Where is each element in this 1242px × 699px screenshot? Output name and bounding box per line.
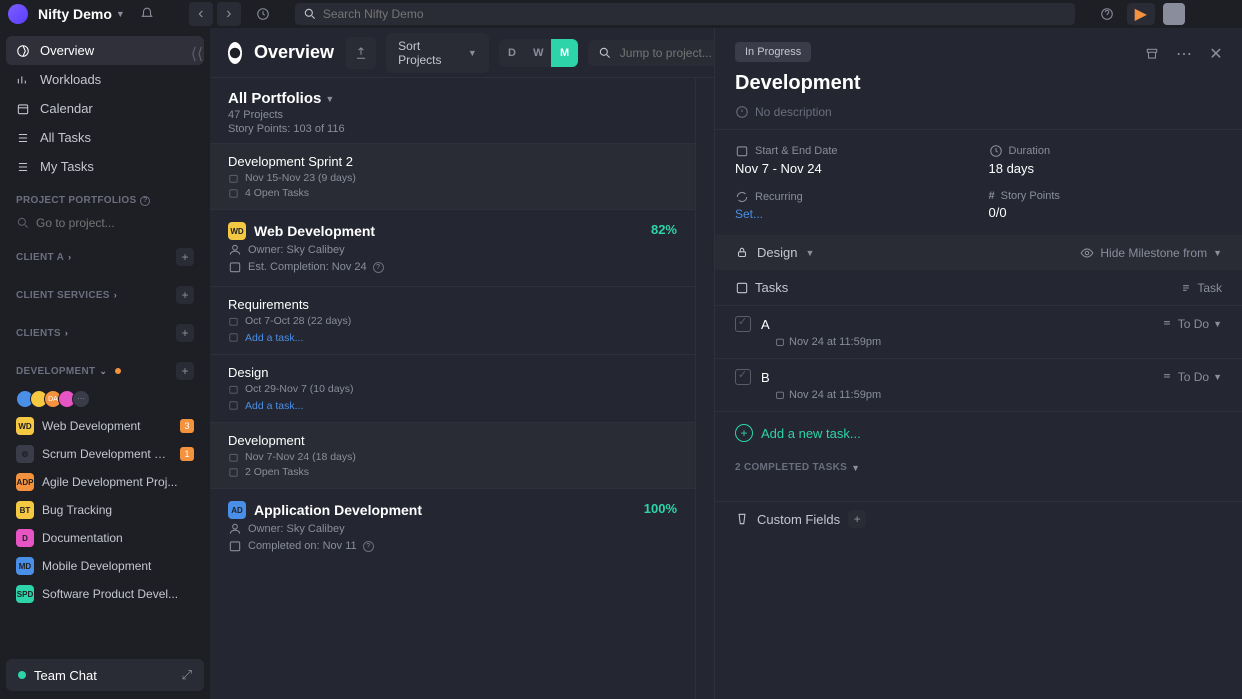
portfolio-selector[interactable]: All Portfolios▼ bbox=[228, 90, 677, 107]
global-search[interactable] bbox=[295, 3, 1075, 25]
milestone-title[interactable]: Development bbox=[735, 72, 1222, 95]
nav-forward-button[interactable]: › bbox=[217, 2, 241, 26]
share-button[interactable] bbox=[346, 37, 376, 69]
nav-my-tasks[interactable]: My Tasks bbox=[6, 152, 204, 181]
close-icon[interactable]: ✕ bbox=[1204, 42, 1228, 66]
project-header[interactable]: ADApplication Development100%Owner: Sky … bbox=[210, 488, 695, 565]
dependency-selector[interactable]: Design▼ bbox=[735, 245, 814, 260]
folder-development[interactable]: DEVELOPMENT ⌄ bbox=[16, 366, 121, 377]
folder-members[interactable]: DA⋯ bbox=[6, 386, 204, 412]
page-title: Overview bbox=[254, 42, 334, 63]
portfolios-label: PROJECT PORTFOLIOS ? bbox=[16, 195, 150, 206]
date-value[interactable]: Nov 7 - Nov 24 bbox=[735, 161, 969, 176]
story-points: Story Points: 103 of 116 bbox=[228, 123, 677, 135]
folder-client-services[interactable]: CLIENT SERVICES › bbox=[16, 290, 117, 301]
task-status-button[interactable]: To Do ▼ bbox=[1160, 317, 1222, 331]
view-month[interactable]: M bbox=[551, 39, 577, 67]
help-icon[interactable] bbox=[1095, 2, 1119, 26]
recurring-set-button[interactable]: Set... bbox=[735, 207, 969, 221]
duration-value: 18 days bbox=[989, 161, 1223, 176]
portfolio-count: 47 Projects bbox=[228, 109, 677, 121]
tasks-section-label: Tasks bbox=[735, 280, 788, 295]
add-project-button[interactable]: + bbox=[176, 324, 194, 342]
story-points-value[interactable]: 0/0 bbox=[989, 205, 1223, 220]
add-project-button[interactable]: + bbox=[176, 248, 194, 266]
folder-client-a[interactable]: CLIENT A › bbox=[16, 252, 71, 263]
milestone-row[interactable]: DevelopmentNov 7-Nov 24 (18 days)2 Open … bbox=[210, 422, 695, 488]
user-avatar[interactable] bbox=[1163, 3, 1185, 25]
task-status-button[interactable]: To Do ▼ bbox=[1160, 370, 1222, 384]
project-item[interactable]: BTBug Tracking bbox=[6, 496, 204, 524]
view-week[interactable]: W bbox=[525, 39, 551, 67]
custom-fields-section[interactable]: Custom Fields+ bbox=[715, 501, 1242, 536]
task-row[interactable]: ATo Do ▼Nov 24 at 11:59pm bbox=[715, 305, 1242, 358]
search-input[interactable] bbox=[323, 7, 1067, 21]
task-checkbox[interactable] bbox=[735, 369, 751, 385]
jump-input[interactable] bbox=[620, 46, 714, 60]
nav-overview[interactable]: Overview bbox=[6, 36, 204, 65]
app-logo[interactable] bbox=[8, 4, 28, 24]
nav-back-button[interactable]: ‹ bbox=[189, 2, 213, 26]
description-field[interactable]: No description bbox=[735, 105, 1222, 119]
more-icon[interactable]: ⋯ bbox=[1172, 42, 1196, 66]
add-project-button[interactable]: + bbox=[176, 286, 194, 304]
jump-to-project[interactable] bbox=[588, 40, 714, 66]
project-item[interactable]: DDocumentation bbox=[6, 524, 204, 552]
workspace-switcher[interactable]: Nifty Demo▼ bbox=[38, 6, 125, 22]
add-task-button[interactable]: Task bbox=[1179, 281, 1222, 295]
task-row[interactable]: BTo Do ▼Nov 24 at 11:59pm bbox=[715, 358, 1242, 411]
expand-icon: ⤢ bbox=[182, 667, 192, 683]
status-badge[interactable]: In Progress bbox=[735, 42, 811, 62]
collapse-sidebar-icon[interactable]: ⟨⟨ bbox=[185, 42, 209, 66]
shortcuts-button[interactable]: ▶ bbox=[1127, 3, 1155, 25]
team-chat-button[interactable]: Team Chat⤢ bbox=[6, 659, 204, 691]
add-custom-field-button[interactable]: + bbox=[848, 510, 866, 528]
task-checkbox[interactable] bbox=[735, 316, 751, 332]
add-project-button[interactable]: + bbox=[176, 362, 194, 380]
milestone-row[interactable]: DesignOct 29-Nov 7 (10 days)Add a task..… bbox=[210, 354, 695, 422]
view-day[interactable]: D bbox=[499, 39, 525, 67]
overview-icon bbox=[228, 42, 242, 64]
milestone-row[interactable]: RequirementsOct 7-Oct 28 (22 days)Add a … bbox=[210, 286, 695, 354]
search-icon bbox=[598, 46, 612, 60]
view-toggle[interactable]: D W M bbox=[499, 39, 578, 67]
hide-milestone-button[interactable]: Hide Milestone from▼ bbox=[1080, 246, 1222, 260]
archive-icon[interactable] bbox=[1140, 42, 1164, 66]
history-icon[interactable] bbox=[251, 2, 275, 26]
duration-label: Duration bbox=[989, 144, 1223, 158]
folder-clients[interactable]: CLIENTS › bbox=[16, 328, 68, 339]
search-icon bbox=[16, 216, 30, 230]
search-icon bbox=[303, 7, 317, 21]
project-item[interactable]: ADPAgile Development Proj... bbox=[6, 468, 204, 496]
story-points-label: #Story Points bbox=[989, 190, 1223, 202]
milestone-row[interactable]: Development Sprint 2Nov 15-Nov 23 (9 day… bbox=[210, 143, 695, 209]
project-header[interactable]: WDWeb Development82%Owner: Sky CalibeyEs… bbox=[210, 209, 695, 286]
project-item[interactable]: ⚙Scrum Development E...1 bbox=[6, 440, 204, 468]
project-item[interactable]: MDMobile Development bbox=[6, 552, 204, 580]
add-new-task-button[interactable]: +Add a new task... bbox=[715, 411, 1242, 454]
nav-workloads[interactable]: Workloads bbox=[6, 65, 204, 94]
project-item[interactable]: WDWeb Development3 bbox=[6, 412, 204, 440]
date-label: Start & End Date bbox=[735, 144, 969, 158]
nav-calendar[interactable]: Calendar bbox=[6, 94, 204, 123]
project-item[interactable]: SPDSoftware Product Devel... bbox=[6, 580, 204, 608]
notifications-icon[interactable] bbox=[135, 2, 159, 26]
sort-projects-button[interactable]: Sort Projects▼ bbox=[386, 33, 489, 73]
nav-all-tasks[interactable]: All Tasks bbox=[6, 123, 204, 152]
recurring-label: Recurring bbox=[735, 190, 969, 204]
completed-tasks-toggle[interactable]: 2 COMPLETED TASKS▼ bbox=[715, 454, 1242, 481]
goto-project-input[interactable] bbox=[36, 216, 191, 230]
